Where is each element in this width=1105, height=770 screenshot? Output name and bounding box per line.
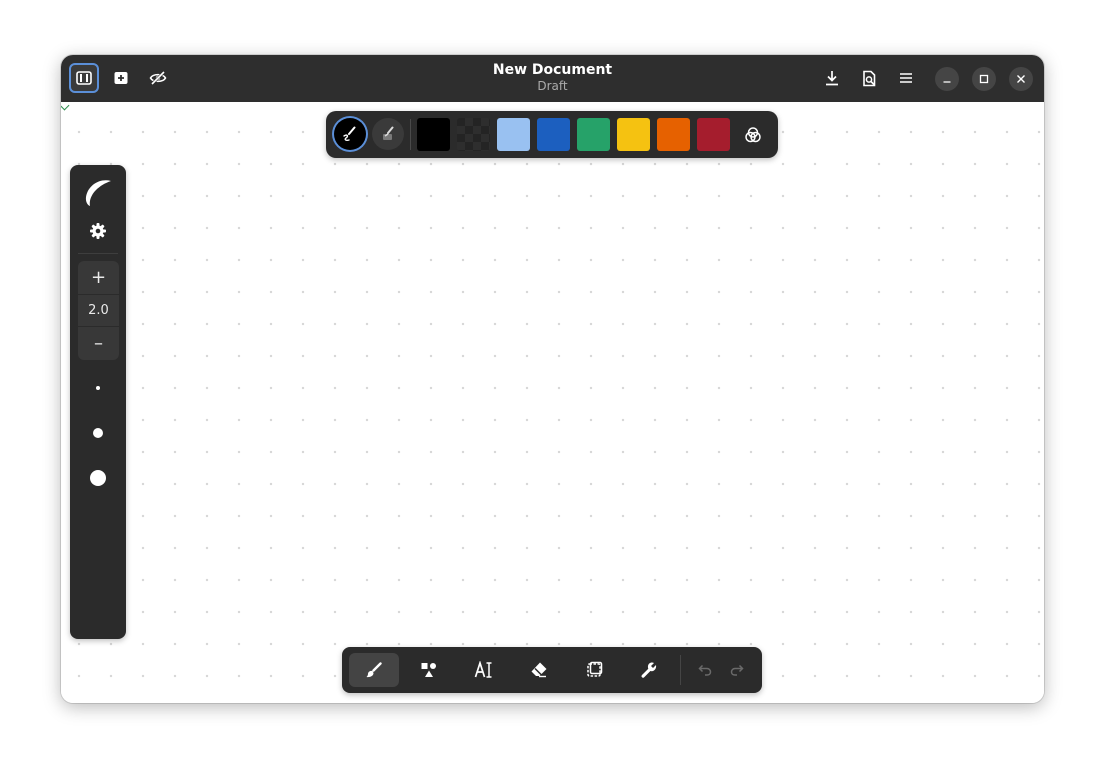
- maximize-icon: [979, 74, 989, 84]
- pen-style-button[interactable]: [82, 175, 114, 207]
- drawing-canvas[interactable]: [61, 102, 1044, 703]
- shapes-icon: [421, 663, 436, 677]
- sidebar-toggle-button[interactable]: [69, 63, 99, 93]
- stroke-size-small[interactable]: [96, 386, 100, 390]
- visibility-off-icon: [149, 70, 167, 86]
- increase-width-button[interactable]: +: [78, 261, 119, 294]
- stroke-size-large[interactable]: [90, 470, 106, 486]
- download-button[interactable]: [817, 63, 847, 93]
- eraser-tool-button[interactable]: [514, 653, 564, 687]
- tools-toolbar: [342, 647, 762, 693]
- export-button[interactable]: [854, 63, 884, 93]
- text-tool-icon: [474, 661, 492, 678]
- shapes-tool-button[interactable]: [404, 653, 454, 687]
- close-button[interactable]: [1009, 67, 1033, 91]
- fill-color-button[interactable]: [372, 118, 404, 150]
- color-palette: [326, 111, 778, 158]
- pen-stroke-icon: [343, 126, 356, 142]
- pen-settings-button[interactable]: [89, 222, 107, 240]
- stroke-color-button[interactable]: [334, 118, 366, 150]
- pen-style-icon: [85, 180, 111, 206]
- gear-icon: [90, 223, 106, 239]
- brush-fill-icon: [383, 126, 394, 140]
- stroke-width-value: 2.0: [78, 294, 119, 327]
- sidebar-separator: [78, 253, 118, 254]
- sidebar-toggle-icon: [76, 71, 92, 85]
- selection-tool-button[interactable]: [569, 653, 619, 687]
- color-mix-icon: [745, 127, 761, 143]
- toolbar-separator: [680, 655, 681, 685]
- decrease-width-button[interactable]: –: [78, 327, 119, 360]
- download-icon: [826, 71, 838, 86]
- export-document-icon: [863, 70, 876, 86]
- redo-button[interactable]: [724, 657, 750, 683]
- minimize-button[interactable]: [935, 67, 959, 91]
- brush-tool-button[interactable]: [349, 653, 399, 687]
- swatch-transparent[interactable]: [457, 118, 490, 151]
- maximize-button[interactable]: [972, 67, 996, 91]
- brush-icon: [366, 662, 382, 678]
- stroke-size-medium[interactable]: [93, 428, 103, 438]
- stroke-width-stepper: + 2.0 –: [78, 261, 119, 360]
- header-bar: New Document Draft: [61, 55, 1044, 102]
- close-icon: [1017, 75, 1025, 83]
- swatch-orange[interactable]: [657, 118, 690, 151]
- main-menu-button[interactable]: [891, 63, 921, 93]
- minimize-icon: [943, 81, 951, 83]
- swatch-light-blue[interactable]: [497, 118, 530, 151]
- new-page-icon: [114, 72, 128, 84]
- undo-icon: [698, 664, 712, 676]
- text-tool-button[interactable]: [459, 653, 509, 687]
- menu-icon: [900, 73, 912, 83]
- pen-sidebar: + 2.0 –: [70, 165, 126, 639]
- new-page-button[interactable]: [106, 63, 136, 93]
- eraser-icon: [531, 662, 547, 678]
- swatch-yellow[interactable]: [617, 118, 650, 151]
- tools-button[interactable]: [624, 653, 674, 687]
- redo-icon: [730, 664, 744, 676]
- visibility-toggle-button[interactable]: [143, 63, 173, 93]
- palette-separator: [410, 119, 411, 150]
- selection-icon: [587, 661, 603, 677]
- swatch-red[interactable]: [697, 118, 730, 151]
- swatch-green[interactable]: [577, 118, 610, 151]
- color-picker-button[interactable]: [740, 122, 766, 148]
- wrench-icon: [641, 662, 657, 678]
- undo-button[interactable]: [692, 657, 718, 683]
- swatch-blue[interactable]: [537, 118, 570, 151]
- swatch-black[interactable]: [417, 118, 450, 151]
